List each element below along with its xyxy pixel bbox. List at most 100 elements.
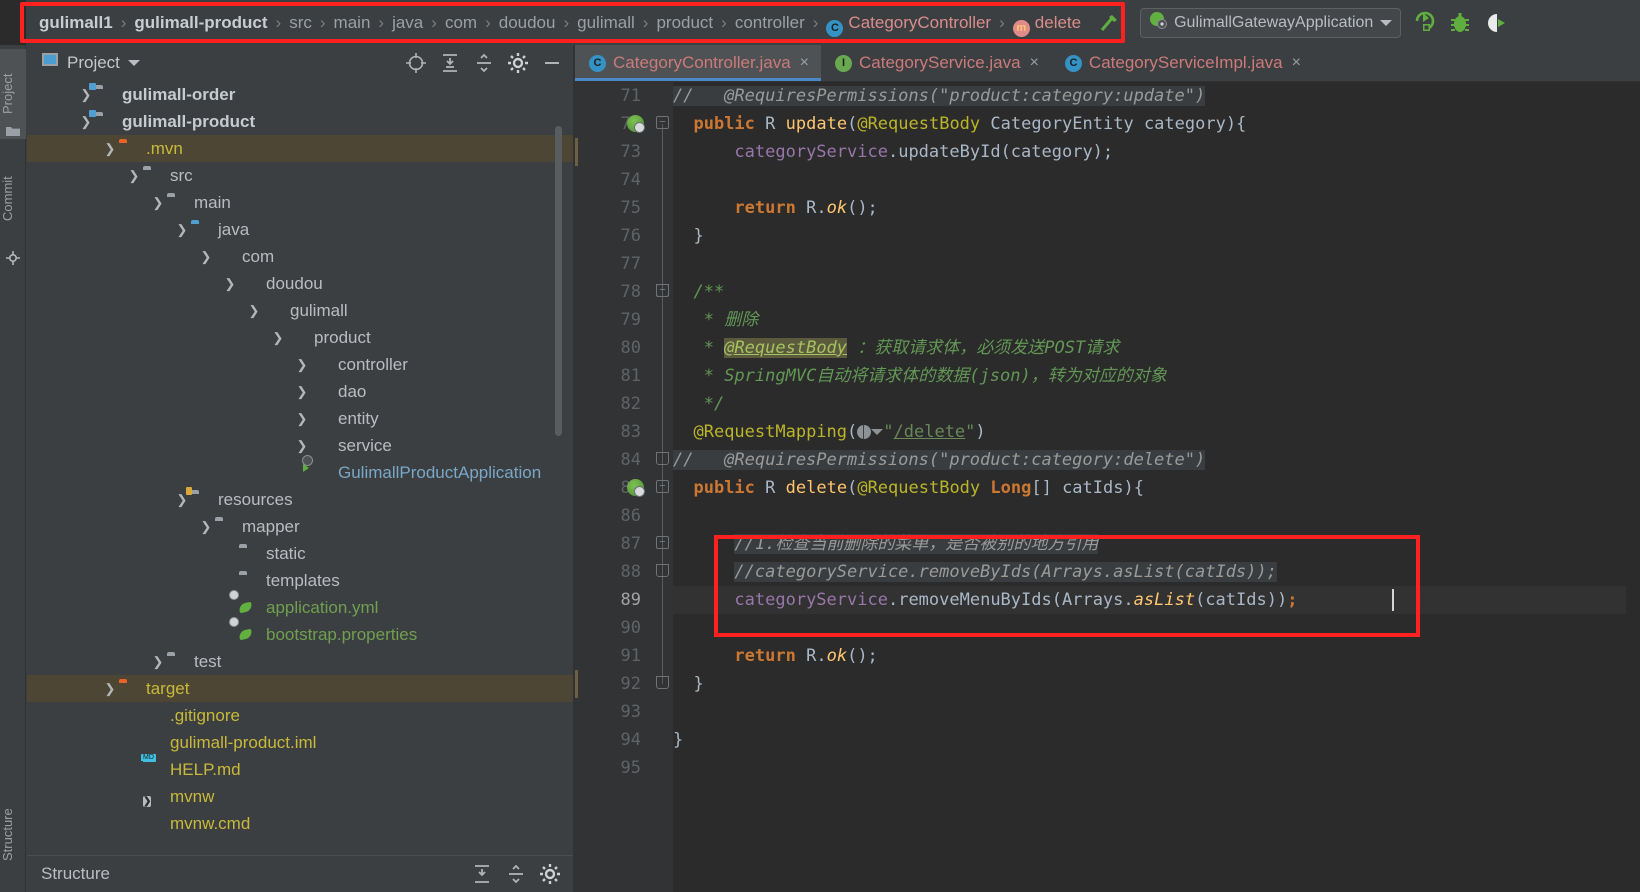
breadcrumb-item-category-controller[interactable]: C CategoryController: [819, 0, 998, 45]
tree-row-java[interactable]: ❯ java: [27, 216, 573, 243]
web-endpoint-icon[interactable]: [857, 425, 872, 439]
tree-row-mvn[interactable]: ❯ .mvn: [27, 135, 573, 162]
tree-row-mvnw-cmd[interactable]: ❯ mvnw.cmd: [27, 810, 573, 837]
close-icon[interactable]: ×: [800, 54, 809, 72]
tree-row-entity[interactable]: ❯ entity: [27, 405, 573, 432]
code-line-72: public R update(@RequestBody CategoryEnt…: [693, 114, 1247, 134]
fold-end-icon[interactable]: [656, 676, 669, 689]
debug-bug-icon[interactable]: [1447, 10, 1473, 36]
breadcrumb-item-gulimall1[interactable]: gulimall1: [32, 0, 120, 45]
gear-icon[interactable]: [537, 861, 563, 887]
project-tree[interactable]: ❯ gulimall-order ❯ gulimall-product ❯ .m…: [27, 81, 573, 856]
tree-row-controller[interactable]: ❯ controller: [27, 351, 573, 378]
tab-category-service[interactable]: I CategoryService.java ×: [821, 45, 1051, 81]
tree-row-label: gulimall-product.iml: [170, 732, 317, 752]
chevron-right-icon[interactable]: ❯: [293, 411, 311, 427]
breadcrumb-item-doudou[interactable]: doudou: [492, 0, 563, 45]
tree-row-mapper[interactable]: ❯ mapper: [27, 513, 573, 540]
gear-icon[interactable]: [505, 50, 531, 76]
chevron-right-icon[interactable]: ❯: [293, 384, 311, 400]
tree-row-product[interactable]: ❯ product: [27, 324, 573, 351]
chevron-right-icon[interactable]: ❯: [101, 141, 119, 157]
sidebar-item-commit[interactable]: Commit: [0, 153, 26, 245]
run-button[interactable]: [1411, 10, 1437, 36]
tree-row-service[interactable]: ❯ service: [27, 432, 573, 459]
fold-end-icon[interactable]: [656, 564, 669, 577]
tree-row-gulimall-product-iml[interactable]: ❯ gulimall-product.iml: [27, 729, 573, 756]
chevron-down-icon[interactable]: [127, 59, 140, 66]
expand-all-icon[interactable]: [437, 50, 463, 76]
breadcrumb-item-java[interactable]: java: [385, 0, 430, 45]
tree-row-gulimall-order[interactable]: ❯ gulimall-order: [27, 81, 573, 108]
tree-row-dao[interactable]: ❯ dao: [27, 378, 573, 405]
project-tree-scrollbar[interactable]: [555, 126, 562, 436]
breadcrumb-separator: ›: [485, 12, 491, 32]
collapse-all-icon[interactable]: [471, 50, 497, 76]
tree-row-gulimall[interactable]: ❯ gulimall: [27, 297, 573, 324]
tree-row-static[interactable]: ❯ static: [27, 540, 573, 567]
tree-row-gulimall-product[interactable]: ❯ gulimall-product: [27, 108, 573, 135]
target-icon[interactable]: [403, 50, 429, 76]
breadcrumb-item-delete[interactable]: m delete: [1006, 0, 1088, 45]
tree-row-label: .gitignore: [170, 705, 240, 725]
fold-collapse-icon[interactable]: −: [656, 116, 669, 129]
run-method-icon[interactable]: [627, 115, 645, 133]
coverage-icon[interactable]: [1483, 10, 1509, 36]
tree-row-templates[interactable]: ❯ templates: [27, 567, 573, 594]
code-editor[interactable]: 71 72 73 74 75 76 77 78 79 80 81 82 83 8…: [575, 82, 1640, 892]
fold-collapse-icon[interactable]: −: [656, 284, 669, 297]
chevron-down-icon[interactable]: ❯: [125, 168, 143, 184]
tree-row-resources[interactable]: ❯ resources: [27, 486, 573, 513]
tree-row-src[interactable]: ❯ src: [27, 162, 573, 189]
tree-row-com[interactable]: ❯ com: [27, 243, 573, 270]
fold-collapse-icon[interactable]: −: [656, 480, 669, 493]
code-folding-gutter[interactable]: − − − −: [651, 82, 673, 892]
breadcrumb-item-controller[interactable]: controller: [728, 0, 812, 45]
tree-row-gulimall-product-application[interactable]: ❯ GulimallProductApplication: [27, 459, 573, 486]
folder-icon: [239, 545, 259, 562]
tree-row-help-md[interactable]: ❯ MD HELP.md: [27, 754, 573, 783]
tab-category-controller[interactable]: C CategoryController.java ×: [575, 45, 821, 81]
editor-marker-strip[interactable]: [1626, 119, 1640, 892]
breadcrumb-item-gulimall[interactable]: gulimall: [570, 0, 642, 45]
tree-row-mvnw[interactable]: ❯ ❯ mvnw: [27, 783, 573, 810]
breadcrumb-item-main[interactable]: main: [327, 0, 378, 45]
breadcrumb-item-gulimall-product[interactable]: gulimall-product: [127, 0, 274, 45]
tree-row-gitignore[interactable]: ❯ .gitignore: [27, 702, 573, 729]
chevron-right-icon[interactable]: ❯: [197, 519, 215, 535]
tree-row-bootstrap-properties[interactable]: ❯ bootstrap.properties: [27, 621, 573, 648]
collapse-all-icon[interactable]: [503, 861, 529, 887]
run-method-icon[interactable]: [627, 479, 645, 497]
run-configuration-selector[interactable]: GulimallGatewayApplication: [1140, 7, 1402, 38]
tree-row-application-yml[interactable]: ❯ application.yml: [27, 594, 573, 621]
close-icon[interactable]: ×: [1292, 54, 1301, 72]
tree-row-main[interactable]: ❯ main: [27, 189, 573, 216]
breadcrumb-item-src[interactable]: src: [282, 0, 319, 45]
breadcrumb-item-product[interactable]: product: [649, 0, 720, 45]
fold-end-icon[interactable]: [656, 452, 669, 465]
chevron-down-icon[interactable]: ❯: [149, 195, 167, 211]
chevron-down-icon[interactable]: ❯: [197, 249, 215, 265]
code-text-area[interactable]: // @RequiresPermissions("product:categor…: [673, 82, 1640, 892]
breadcrumb-item-com[interactable]: com: [438, 0, 484, 45]
minimize-icon[interactable]: [539, 50, 565, 76]
fold-collapse-icon[interactable]: −: [656, 536, 669, 549]
chevron-right-icon[interactable]: ❯: [293, 357, 311, 373]
tree-row-test[interactable]: ❯ test: [27, 648, 573, 675]
chevron-down-icon[interactable]: ❯: [269, 330, 287, 346]
line-number: 77: [620, 254, 641, 274]
chevron-down-icon[interactable]: ❯: [173, 222, 191, 238]
chevron-down-icon[interactable]: [1380, 19, 1393, 26]
tree-row-target[interactable]: ❯ target: [27, 675, 573, 702]
close-icon[interactable]: ×: [1030, 54, 1039, 72]
expand-all-icon[interactable]: [469, 861, 495, 887]
chevron-down-icon[interactable]: ❯: [221, 276, 239, 292]
tree-row-doudou[interactable]: ❯ doudou: [27, 270, 573, 297]
chevron-right-icon[interactable]: ❯: [101, 681, 119, 697]
tab-category-service-impl[interactable]: C CategoryServiceImpl.java ×: [1051, 45, 1313, 81]
sidebar-item-structure[interactable]: Structure: [0, 785, 26, 885]
chevron-right-icon[interactable]: ❯: [293, 438, 311, 454]
chevron-right-icon[interactable]: ❯: [149, 654, 167, 670]
hammer-icon[interactable]: [1096, 10, 1122, 36]
chevron-down-icon[interactable]: ❯: [245, 303, 263, 319]
